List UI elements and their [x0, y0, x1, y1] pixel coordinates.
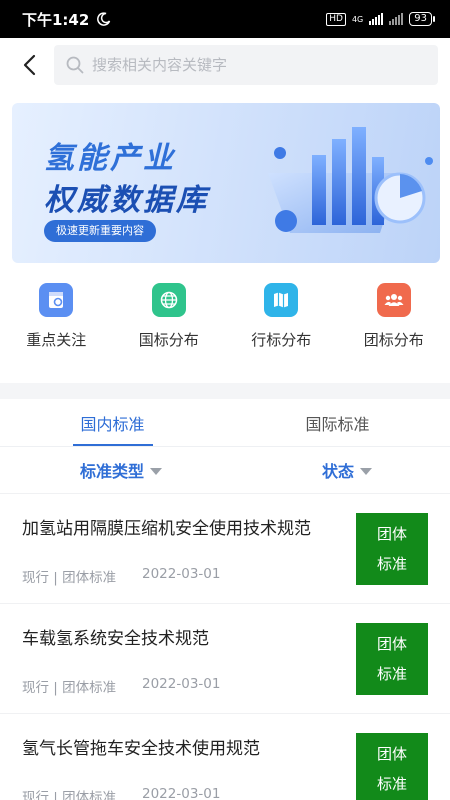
signal-icon	[369, 13, 384, 25]
network-type: 4G	[351, 14, 364, 24]
star-doc-icon	[39, 283, 74, 317]
banner-subtitle-pill: 极速更新重要内容	[44, 220, 156, 242]
standard-type-badge: 团体 标准	[356, 623, 428, 695]
tab-international-standards[interactable]: 国际标准	[225, 399, 450, 446]
standard-meta: 现行 | 团体标准	[22, 680, 117, 696]
standard-date: 2022-03-01	[142, 786, 221, 800]
caret-down-icon	[360, 467, 372, 475]
banner-title-line1: 氢能产业	[44, 141, 176, 176]
battery-level: 93	[414, 13, 427, 24]
shortcut-national-standards[interactable]: 国标分布	[113, 283, 226, 369]
standard-date: 2022-03-01	[142, 566, 221, 582]
status-time: 下午1:42	[22, 10, 90, 29]
status-filter[interactable]: 状态	[322, 458, 372, 482]
badge-line2: 标准	[376, 665, 407, 683]
shortcut-label: 团标分布	[363, 331, 424, 349]
shortcut-industry-standards[interactable]: 行标分布	[225, 283, 338, 369]
hd-badge: HD	[326, 12, 346, 26]
top-header	[0, 38, 450, 92]
group-icon	[376, 283, 411, 317]
moon-icon	[97, 12, 111, 26]
back-button[interactable]	[14, 50, 44, 80]
standard-type-label: 标准类型	[80, 462, 145, 481]
list-item[interactable]: 氢气长管拖车安全技术使用规范 现行 | 团体标准 2022-03-01 团体 标…	[0, 713, 450, 800]
badge-line2: 标准	[376, 555, 407, 573]
standard-title: 氢气长管拖车安全技术使用规范	[22, 739, 260, 759]
standard-title: 加氢站用隔膜压缩机安全使用技术规范	[22, 519, 311, 539]
shortcut-grid: 重点关注 国标分布 行标分布 团标分布	[0, 283, 450, 369]
caret-down-icon	[150, 467, 163, 475]
map-icon	[264, 283, 299, 317]
standard-type-badge: 团体 标准	[356, 733, 428, 800]
globe-icon	[151, 283, 186, 317]
filter-bar: 标准类型 状态	[0, 447, 450, 493]
standard-title: 车载氢系统安全技术规范	[22, 629, 209, 649]
shortcut-group-standards[interactable]: 团标分布	[338, 283, 450, 369]
badge-line1: 团体	[376, 635, 407, 653]
banner-title-line2: 权威数据库	[44, 183, 209, 218]
standard-type-filter[interactable]: 标准类型	[80, 458, 163, 482]
section-divider	[0, 383, 450, 399]
search-bar[interactable]	[54, 45, 438, 85]
badge-line2: 标准	[376, 775, 407, 793]
status-label: 状态	[321, 462, 354, 481]
shortcut-label: 重点关注	[26, 331, 87, 349]
shortcut-key-focus[interactable]: 重点关注	[0, 283, 113, 369]
shortcut-label: 行标分布	[251, 331, 312, 349]
promo-banner[interactable]: 氢能产业 权威数据库 极速更新重要内容	[12, 103, 440, 263]
standard-date: 2022-03-01	[142, 676, 221, 692]
standards-list: 加氢站用隔膜压缩机安全使用技术规范 现行 | 团体标准 2022-03-01 团…	[0, 493, 450, 800]
list-item[interactable]: 加氢站用隔膜压缩机安全使用技术规范 现行 | 团体标准 2022-03-01 团…	[0, 493, 450, 603]
battery-icon: 93	[409, 12, 435, 26]
data-chart-illustration	[268, 127, 433, 233]
badge-line1: 团体	[376, 745, 407, 763]
search-icon	[66, 56, 84, 74]
tab-domestic-standards[interactable]: 国内标准	[0, 399, 225, 446]
shortcut-label: 国标分布	[138, 331, 199, 349]
standard-type-badge: 团体 标准	[356, 513, 428, 585]
badge-line1: 团体	[376, 525, 407, 543]
standard-meta: 现行 | 团体标准	[22, 570, 117, 586]
list-item[interactable]: 车载氢系统安全技术规范 现行 | 团体标准 2022-03-01 团体 标准	[0, 603, 450, 713]
status-bar: 下午1:42 HD 4G 93	[0, 0, 450, 38]
chevron-left-icon	[23, 54, 36, 76]
standard-meta: 现行 | 团体标准	[22, 790, 117, 800]
search-input[interactable]	[92, 56, 426, 74]
signal-icon-2	[389, 13, 404, 25]
standard-tabs: 国内标准 国际标准	[0, 399, 450, 447]
